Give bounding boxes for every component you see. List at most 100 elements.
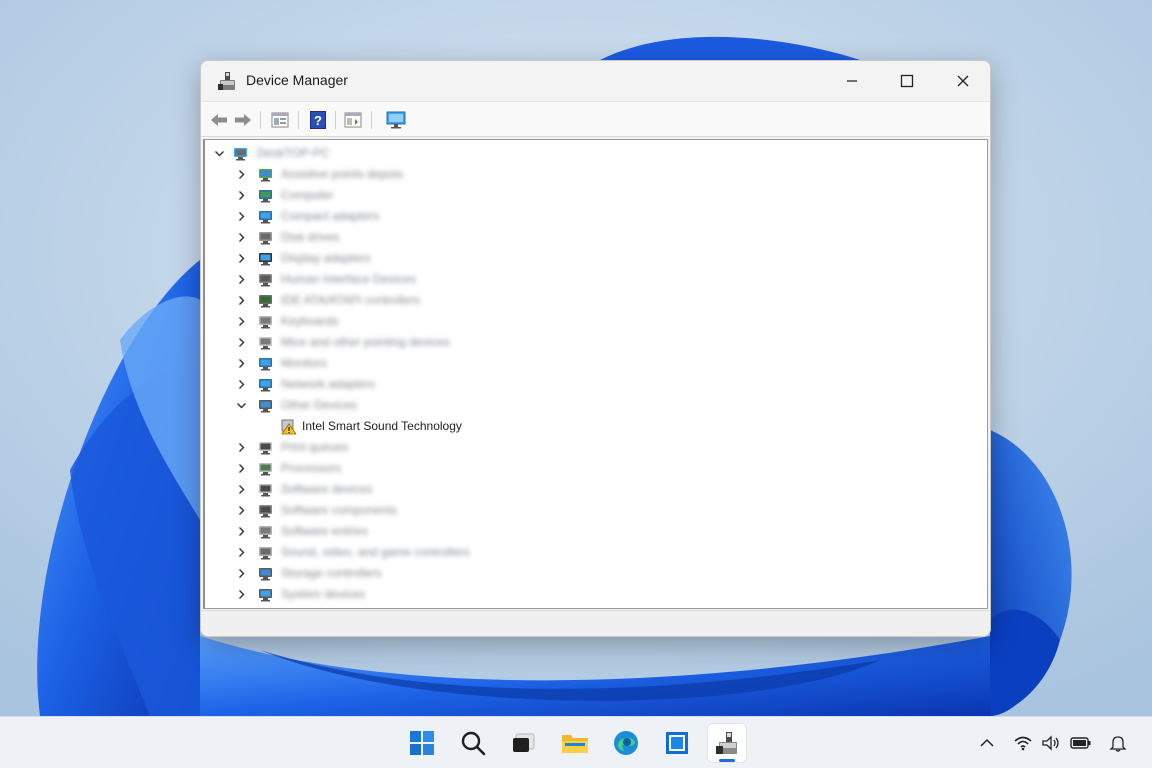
tree-category[interactable]: Sound, video, and game controllers	[205, 542, 987, 563]
start-button[interactable]	[403, 724, 441, 762]
device-manager-icon	[716, 732, 737, 754]
category-label: Network adapters	[281, 377, 376, 391]
active-app-indicator	[719, 759, 735, 762]
device-label: Intel Smart Sound Technology	[302, 419, 462, 433]
ide-controller-icon	[259, 295, 272, 308]
tree-category[interactable]: IDE ATA/ATAPI controllers	[205, 290, 987, 311]
category-label: Keyboards	[281, 314, 339, 328]
software-component-icon	[259, 505, 272, 518]
device-manager-taskbar-button[interactable]	[708, 724, 746, 762]
device-manager-app-icon	[218, 72, 235, 90]
tree-device-item[interactable]: Intel Smart Sound Technology	[205, 416, 987, 437]
chevron-right-icon[interactable]	[236, 442, 247, 453]
chevron-right-icon[interactable]	[236, 253, 247, 264]
chevron-right-icon[interactable]	[236, 295, 247, 306]
chevron-right-icon[interactable]	[236, 568, 247, 579]
tree-category[interactable]: Print queues	[205, 437, 987, 458]
chevron-right-icon[interactable]	[236, 337, 247, 348]
edge-browser-button[interactable]	[607, 724, 645, 762]
chevron-right-icon[interactable]	[236, 316, 247, 327]
back-button[interactable]	[207, 108, 231, 132]
tree-category[interactable]: Software components	[205, 500, 987, 521]
tree-category[interactable]: Compact adapters	[205, 206, 987, 227]
network-share-icon	[259, 169, 272, 182]
chevron-right-icon[interactable]	[236, 589, 247, 600]
close-button[interactable]	[935, 61, 990, 101]
task-view-button[interactable]	[505, 724, 543, 762]
hid-icon	[259, 274, 272, 287]
store-app-button[interactable]	[658, 724, 696, 762]
chevron-right-icon[interactable]	[236, 190, 247, 201]
chevron-right-icon[interactable]	[236, 274, 247, 285]
title-bar[interactable]: Device Manager	[201, 61, 990, 101]
tree-category[interactable]: Keyboards	[205, 311, 987, 332]
chevron-right-icon[interactable]	[236, 547, 247, 558]
status-bar	[201, 610, 990, 636]
forward-button[interactable]	[231, 108, 255, 132]
chevron-right-icon[interactable]	[236, 232, 247, 243]
tree-category[interactable]: Computer	[205, 185, 987, 206]
wifi-status[interactable]	[1012, 732, 1034, 754]
category-label: Sound, video, and game controllers	[281, 545, 470, 559]
update-driver-button[interactable]	[341, 108, 365, 132]
system-device-icon	[259, 589, 272, 602]
scan-hardware-button[interactable]	[384, 108, 408, 132]
chevron-right-icon[interactable]	[236, 526, 247, 537]
tree-category[interactable]: Disk drives	[205, 227, 987, 248]
minimize-button[interactable]	[824, 61, 880, 101]
tree-root-computer[interactable]: DeskTOP-PC	[205, 143, 987, 164]
tree-category[interactable]: Software entries	[205, 521, 987, 542]
category-label: System devices	[281, 587, 366, 601]
help-button[interactable]: ?	[306, 108, 330, 132]
category-label: Software components	[281, 503, 398, 517]
tree-category[interactable]: Storage controllers	[205, 563, 987, 584]
forward-arrow-icon	[235, 114, 251, 126]
battery-status[interactable]	[1070, 732, 1092, 754]
chevron-right-icon[interactable]	[236, 211, 247, 222]
category-label: Assistive points depots	[281, 167, 404, 181]
tree-category[interactable]: Human Interface Devices	[205, 269, 987, 290]
printer-icon	[259, 442, 272, 455]
warning-device-icon	[281, 419, 297, 435]
tree-category[interactable]: Software devices	[205, 479, 987, 500]
storage-controller-icon	[259, 568, 272, 581]
tree-category[interactable]: Mice and other pointing devices	[205, 332, 987, 353]
tree-category[interactable]: System devices	[205, 584, 987, 605]
chevron-right-icon[interactable]	[236, 379, 247, 390]
properties-button[interactable]	[268, 108, 292, 132]
volume-status[interactable]	[1040, 732, 1062, 754]
category-label: Disk drives	[281, 230, 340, 244]
tree-category[interactable]: Assistive points depots	[205, 164, 987, 185]
device-tree[interactable]: DeskTOP-PC Assistive points depots Compute…	[203, 139, 988, 609]
windows-logo-icon	[410, 731, 434, 755]
edge-browser-icon	[614, 731, 638, 755]
category-label: Mice and other pointing devices	[281, 335, 450, 349]
monitor-icon	[259, 358, 272, 371]
display-adapter-icon	[259, 253, 272, 266]
other-devices-icon	[259, 400, 272, 413]
chevron-right-icon[interactable]	[236, 505, 247, 516]
chevron-right-icon[interactable]	[236, 484, 247, 495]
root-computer-icon	[234, 148, 247, 161]
properties-icon	[271, 112, 289, 128]
show-hidden-icons-button[interactable]	[976, 732, 998, 754]
search-button[interactable]	[454, 724, 492, 762]
network-adapter-icon	[259, 379, 272, 392]
category-label: Computer	[281, 188, 334, 202]
tree-category[interactable]: Display adapters	[205, 248, 987, 269]
chevron-right-icon[interactable]	[236, 169, 247, 180]
category-label: Storage controllers	[281, 566, 382, 580]
folder-icon	[562, 735, 588, 753]
chevron-right-icon[interactable]	[236, 358, 247, 369]
maximize-button[interactable]	[879, 61, 935, 101]
notifications-button[interactable]	[1107, 732, 1129, 754]
chevron-down-icon[interactable]	[214, 148, 225, 159]
tree-category[interactable]: Other Devices	[205, 395, 987, 416]
close-icon	[957, 75, 969, 87]
tree-category[interactable]: Monitors	[205, 353, 987, 374]
chevron-down-icon[interactable]	[236, 400, 247, 411]
chevron-right-icon[interactable]	[236, 463, 247, 474]
tree-category[interactable]: Processors	[205, 458, 987, 479]
file-explorer-button[interactable]	[556, 724, 594, 762]
tree-category[interactable]: Network adapters	[205, 374, 987, 395]
